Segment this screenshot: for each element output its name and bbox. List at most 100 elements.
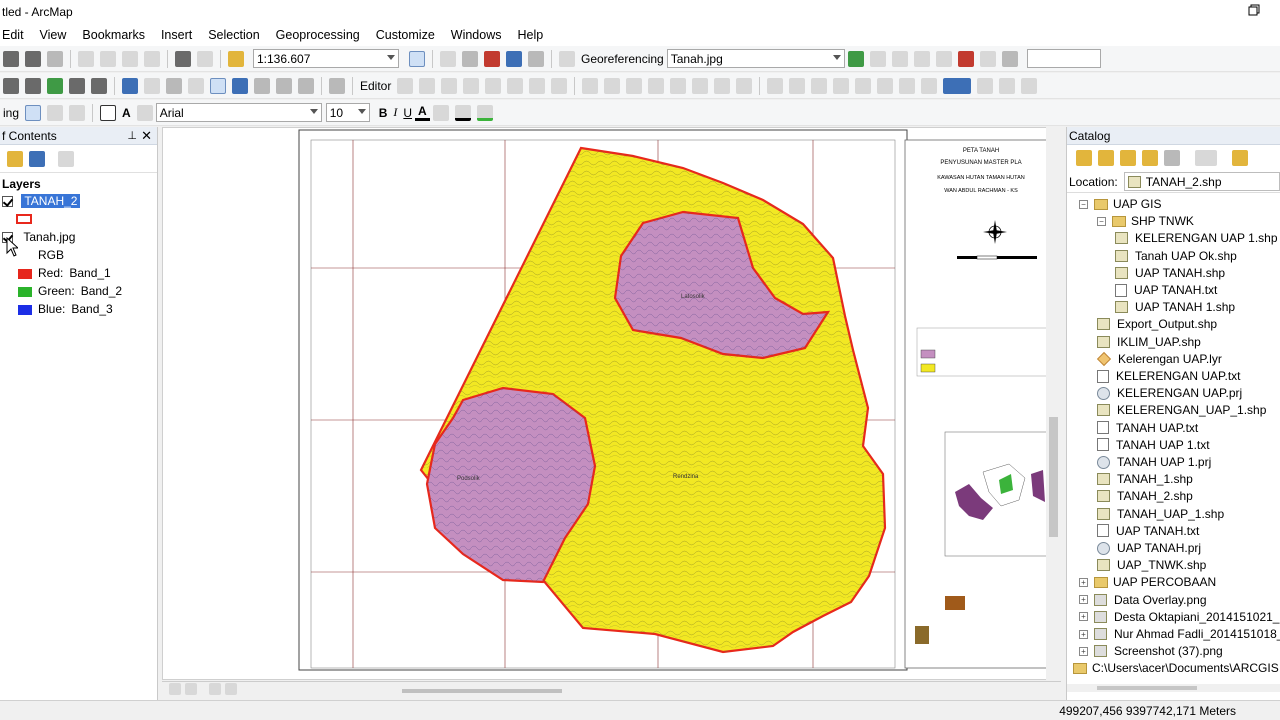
catalog-item[interactable]: TANAH_2.shp <box>1097 489 1193 503</box>
fixed-zoom-in-icon[interactable] <box>69 77 85 94</box>
menu-selection[interactable]: Selection <box>200 28 267 42</box>
rotate-draw-icon[interactable] <box>47 104 64 121</box>
font-color-button[interactable]: A <box>415 104 430 121</box>
list-by-source-icon[interactable] <box>29 150 45 167</box>
catalog-item[interactable]: UAP TANAH.txt <box>1115 283 1217 297</box>
clear-selection-icon[interactable] <box>188 77 204 94</box>
rectangle-icon[interactable] <box>100 104 117 121</box>
band-green[interactable]: Green: Band_2 <box>18 284 122 298</box>
layout-tool-3-icon[interactable] <box>811 77 828 94</box>
delete-icon[interactable] <box>144 50 160 67</box>
catalog-window-icon[interactable] <box>462 50 478 67</box>
forward-catalog-icon[interactable] <box>1098 150 1114 166</box>
refresh-icon[interactable] <box>1001 50 1018 67</box>
rotate-edit-icon[interactable] <box>485 77 502 94</box>
trace-icon[interactable] <box>441 77 458 94</box>
catalog-item[interactable]: C:\Users\acer\Documents\ARCGIS <box>1073 661 1279 675</box>
opacity-combo[interactable] <box>1026 49 1101 68</box>
refresh-view-icon[interactable] <box>209 683 221 695</box>
location-input[interactable]: TANAH_2.shp <box>1123 172 1280 191</box>
expand-icon[interactable]: + <box>1079 629 1088 639</box>
paste-icon[interactable] <box>122 50 138 67</box>
scale-icon[interactable] <box>913 50 930 67</box>
text-tool-icon[interactable]: A <box>119 106 134 120</box>
catalog-item[interactable]: UAP TANAH.prj <box>1097 541 1201 555</box>
catalog-item[interactable]: + Data Overlay.png <box>1079 593 1207 607</box>
options-catalog-icon[interactable] <box>1232 150 1248 166</box>
measure-icon[interactable] <box>298 77 314 94</box>
expand-icon[interactable]: − <box>1097 216 1106 226</box>
edit-tool-icon[interactable] <box>397 77 414 94</box>
layer-tanah2-checkbox[interactable] <box>2 196 13 208</box>
layout-tool-5-icon[interactable] <box>855 77 872 94</box>
expand-icon[interactable]: + <box>1079 577 1088 587</box>
catalog-item[interactable]: + UAP PERCOBAAN <box>1079 575 1216 589</box>
back-catalog-icon[interactable] <box>1076 150 1092 166</box>
identify-icon[interactable] <box>232 77 248 94</box>
band-blue[interactable]: Blue: Band_3 <box>18 302 113 316</box>
edit-vertices-icon[interactable] <box>136 104 153 121</box>
expand-icon[interactable]: + <box>1079 646 1088 656</box>
layout-tool-4-icon[interactable] <box>833 77 850 94</box>
pin-icon[interactable]: ⊥ <box>127 129 137 142</box>
catalog-item[interactable]: UAP_TNWK.shp <box>1097 558 1206 572</box>
georef-tool-2-icon[interactable] <box>604 77 621 94</box>
map-layout[interactable]: Latosolik Podsolik Rendzina PETA TANAH P… <box>163 128 1060 679</box>
georef-tool-7-icon[interactable] <box>714 77 731 94</box>
sketch-props-icon[interactable] <box>529 77 546 94</box>
rotate-icon[interactable] <box>869 50 886 67</box>
catalog-item[interactable]: + Screenshot (37).png <box>1079 644 1223 658</box>
catalog-item[interactable]: KELERENGAN UAP 1.shp <box>1115 231 1278 245</box>
add-data-icon[interactable] <box>228 50 244 67</box>
menu-geoprocessing[interactable]: Geoprocessing <box>268 28 368 42</box>
arctoolbox-icon[interactable] <box>440 50 456 67</box>
catalog-item[interactable]: TANAH UAP.txt <box>1097 421 1198 435</box>
marker-color-icon[interactable] <box>476 104 493 121</box>
html-popup-icon[interactable] <box>276 77 292 94</box>
attributes-icon[interactable] <box>507 77 524 94</box>
bold-button[interactable]: B <box>376 106 391 120</box>
find-icon[interactable] <box>254 77 270 94</box>
full-extent-icon[interactable] <box>47 77 63 94</box>
expand-icon[interactable]: − <box>1079 199 1088 209</box>
back-icon[interactable] <box>122 77 138 94</box>
pause-drawing-icon[interactable] <box>225 683 237 695</box>
layer-tanah2[interactable]: TANAH_2 <box>2 194 81 208</box>
restore-icon[interactable] <box>1248 4 1260 16</box>
horizontal-scrollbar[interactable] <box>402 689 562 693</box>
catalog-item[interactable]: UAP TANAH 1.shp <box>1115 300 1235 314</box>
connect-folder-icon[interactable] <box>1164 150 1180 166</box>
new-icon[interactable] <box>3 50 19 67</box>
fill-color-icon[interactable] <box>432 104 449 121</box>
layout-scrollbar[interactable] <box>1046 127 1061 680</box>
layout-tool-10-icon[interactable] <box>999 77 1016 94</box>
catalog-item[interactable]: TANAH_1.shp <box>1097 472 1193 486</box>
georef-layer-combo[interactable]: Tanah.jpg <box>666 49 845 68</box>
expand-icon[interactable]: + <box>1079 612 1088 622</box>
layout-tool-2-icon[interactable] <box>789 77 806 94</box>
catalog-item[interactable]: KELERENGAN UAP.prj <box>1097 386 1242 400</box>
font-size-combo[interactable]: 10 <box>325 103 370 122</box>
georef-tool-4-icon[interactable] <box>648 77 665 94</box>
data-view-icon[interactable] <box>169 683 181 695</box>
georeferencing-menu[interactable]: Georeferencing <box>578 52 667 66</box>
catalog-item[interactable]: Kelerengan UAP.lyr <box>1096 351 1222 366</box>
layout-tool-6-icon[interactable] <box>877 77 894 94</box>
expand-icon[interactable]: + <box>1079 595 1088 605</box>
catalog-item[interactable]: Export_Output.shp <box>1097 317 1217 331</box>
georef-tool-6-icon[interactable] <box>692 77 709 94</box>
select-features-icon[interactable] <box>166 77 182 94</box>
catalog-scrollbar[interactable] <box>1067 684 1280 692</box>
catalog-item[interactable]: UAP TANAH.txt <box>1097 524 1199 538</box>
layers-frame[interactable]: Layers <box>2 177 41 191</box>
drawing-menu[interactable]: ing <box>0 106 22 120</box>
menu-customize[interactable]: Customize <box>368 28 443 42</box>
time-slider-icon[interactable] <box>329 77 345 94</box>
search-window-icon[interactable] <box>484 50 500 67</box>
straight-segment-icon[interactable] <box>419 77 436 94</box>
legend-frame[interactable] <box>904 139 1056 669</box>
close-icon[interactable]: ✕ <box>141 128 152 144</box>
scale-combo[interactable]: 1:136.607 <box>253 49 399 68</box>
select-elements-draw-icon[interactable] <box>25 104 42 121</box>
zoom-in-icon[interactable] <box>3 77 19 94</box>
